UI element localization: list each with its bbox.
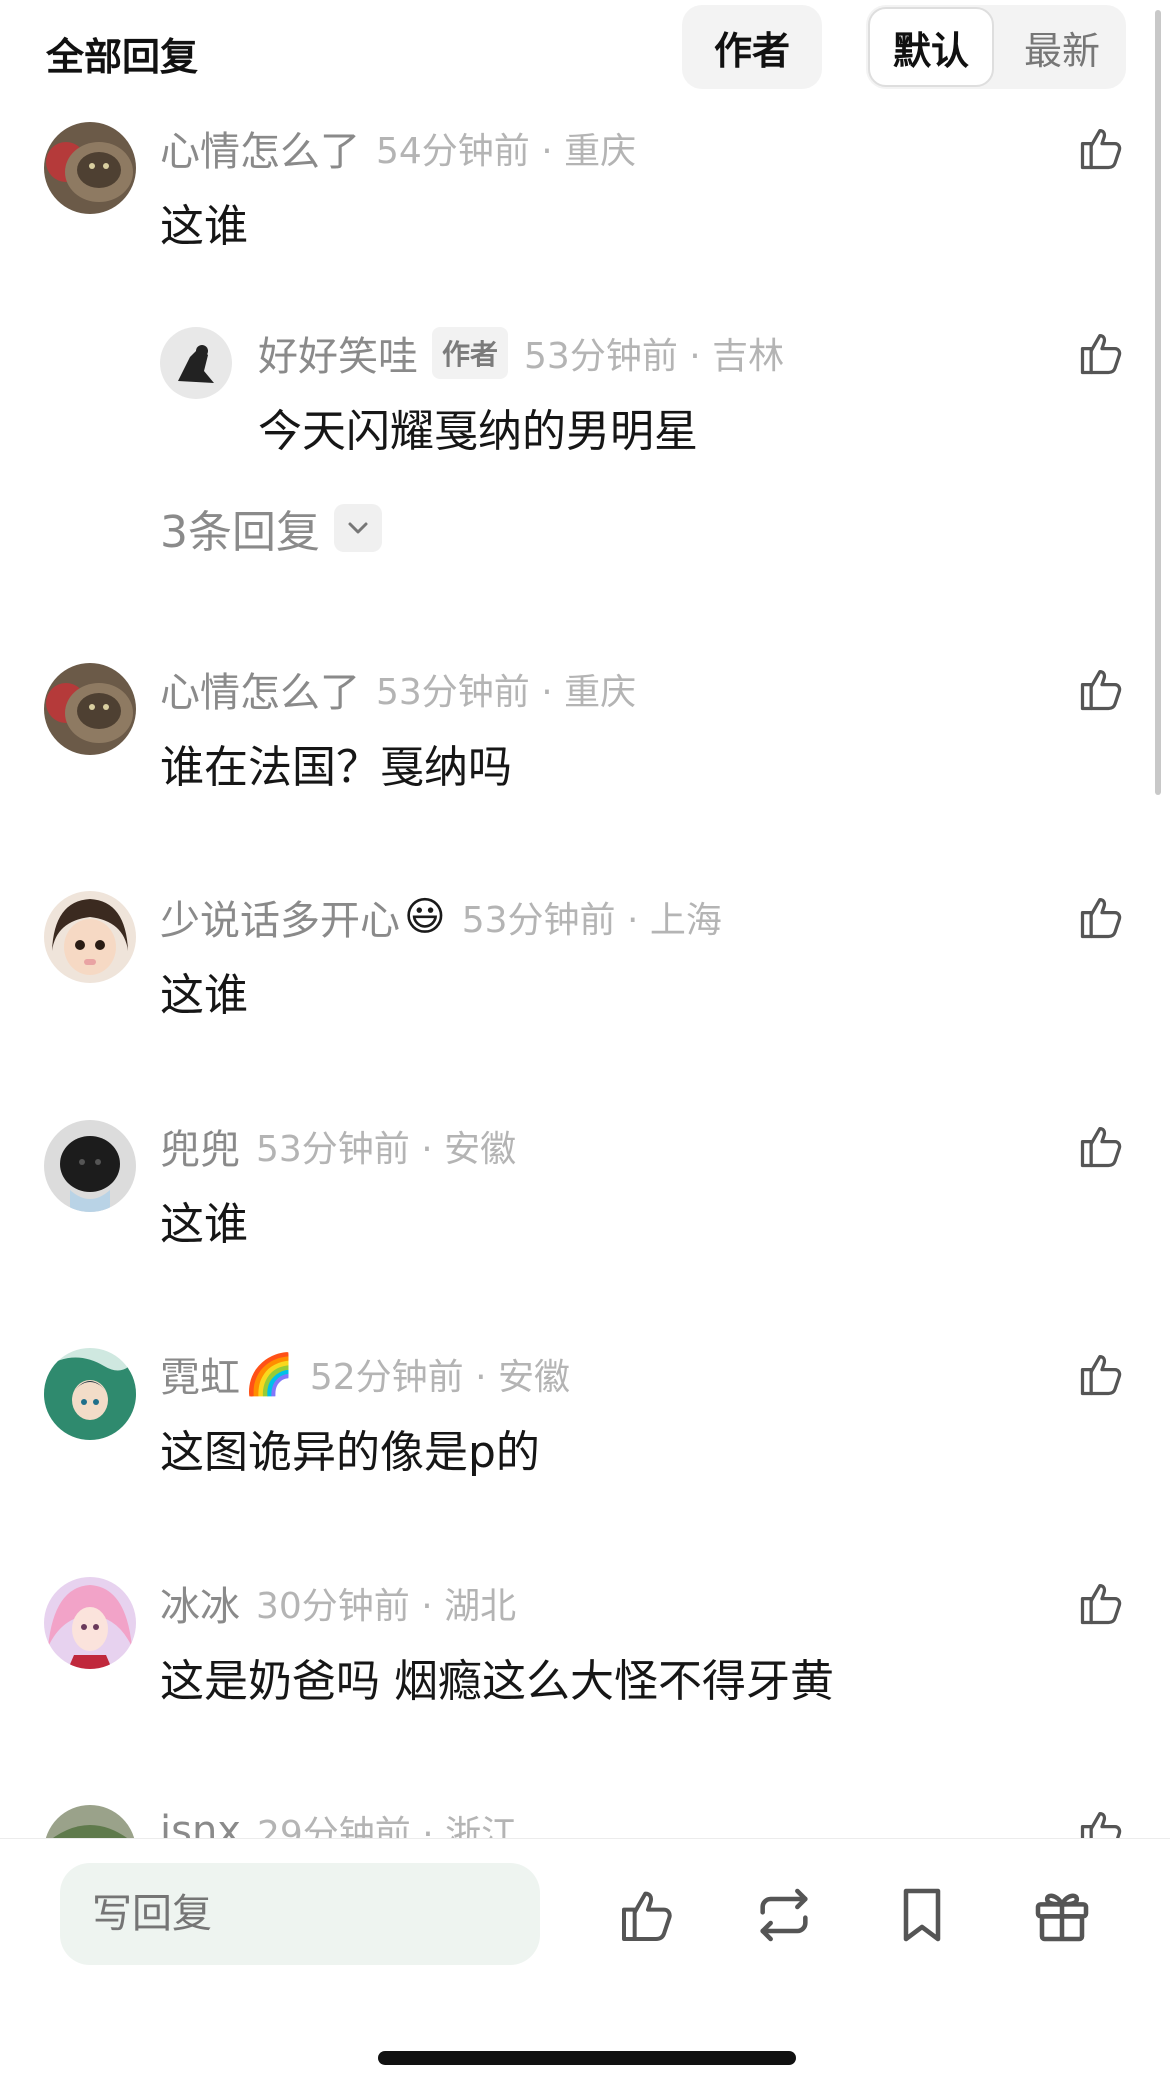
sort-default-button[interactable]: 默认	[868, 7, 994, 87]
comment-meta: 霓虹 🌈 52分钟前 · 安徽	[160, 1345, 570, 1403]
author-filter-button[interactable]: 作者	[682, 5, 822, 89]
username[interactable]: 心情怎么了	[160, 660, 360, 718]
avatar[interactable]	[44, 122, 136, 214]
scrollbar[interactable]	[1155, 10, 1161, 795]
time-location: 53分钟前 · 上海	[461, 900, 722, 941]
thumbs-up-icon[interactable]	[1076, 663, 1128, 715]
expand-replies-button[interactable]: 3条回复	[160, 496, 382, 560]
home-indicator[interactable]	[378, 2051, 796, 2065]
username[interactable]: 少说话多开心	[160, 888, 400, 946]
username[interactable]: 霓虹	[160, 1345, 240, 1403]
thumbs-up-icon[interactable]	[1076, 122, 1128, 174]
emoji: 🌈	[244, 1351, 294, 1398]
avatar[interactable]	[44, 891, 136, 983]
comment-meta: 冰冰 30分钟前 · 湖北	[160, 1574, 517, 1632]
comment-text[interactable]: 这图诡异的像是p的	[160, 1416, 540, 1480]
emoji: 😃	[404, 894, 446, 940]
time-location: 52分钟前 · 安徽	[309, 1357, 570, 1398]
repost-icon[interactable]	[752, 1883, 816, 1947]
time-location: 53分钟前 · 安徽	[256, 1129, 517, 1170]
username[interactable]: 心情怎么了	[160, 119, 360, 177]
author-badge: 作者	[432, 327, 509, 379]
comment-meta: 少说话多开心 😃 53分钟前 · 上海	[160, 888, 722, 946]
all-replies-title: 全部回复	[46, 35, 199, 79]
time-location: 54分钟前 · 重庆	[376, 131, 637, 172]
reply-input[interactable]	[60, 1863, 540, 1965]
avatar[interactable]	[44, 663, 136, 755]
comment-meta: 心情怎么了 53分钟前 · 重庆	[160, 660, 637, 718]
sort-toggle: 默认 最新	[866, 5, 1126, 89]
thumbs-up-icon[interactable]	[1076, 327, 1128, 379]
username[interactable]: 冰冰	[160, 1574, 240, 1632]
avatar[interactable]	[44, 1577, 136, 1669]
like-icon[interactable]	[616, 1883, 680, 1947]
thumbs-up-icon[interactable]	[1076, 1577, 1128, 1629]
username[interactable]: 兜兜	[160, 1117, 240, 1175]
comment-text[interactable]: 这谁	[160, 1188, 248, 1252]
username[interactable]: 好好笑哇	[258, 324, 418, 382]
gift-icon[interactable]	[1030, 1883, 1094, 1947]
sort-latest-button[interactable]: 最新	[1000, 7, 1124, 87]
reply-count-label: 3条回复	[160, 507, 320, 558]
bottom-action-bar	[0, 1838, 1170, 2088]
comments-header: 全部回复 作者 默认 最新	[0, 0, 1170, 100]
avatar[interactable]	[44, 1120, 136, 1212]
comment-meta: 好好笑哇 作者 53分钟前 · 吉林	[258, 324, 785, 382]
thumbs-up-icon[interactable]	[1076, 1348, 1128, 1400]
avatar[interactable]	[44, 1348, 136, 1440]
time-location: 53分钟前 · 吉林	[524, 336, 785, 377]
comment-text[interactable]: 这谁	[160, 959, 248, 1023]
comment-text[interactable]: 这谁	[160, 190, 248, 254]
comment-text[interactable]: 今天闪耀戛纳的男明星	[258, 395, 698, 459]
thumbs-up-icon[interactable]	[1076, 891, 1128, 943]
chevron-down-icon	[334, 504, 382, 552]
thumbs-up-icon[interactable]	[1076, 1120, 1128, 1172]
time-location: 53分钟前 · 重庆	[376, 672, 637, 713]
comment-meta: 兜兜 53分钟前 · 安徽	[160, 1117, 517, 1175]
avatar[interactable]	[160, 327, 232, 399]
time-location: 30分钟前 · 湖北	[256, 1586, 517, 1627]
comment-meta: 心情怎么了 54分钟前 · 重庆	[160, 119, 637, 177]
comment-text[interactable]: 这是奶爸吗 烟瘾这么大怪不得牙黄	[160, 1645, 834, 1709]
comment-text[interactable]: 谁在法国？戛纳吗	[160, 731, 512, 795]
bookmark-icon[interactable]	[890, 1883, 954, 1947]
